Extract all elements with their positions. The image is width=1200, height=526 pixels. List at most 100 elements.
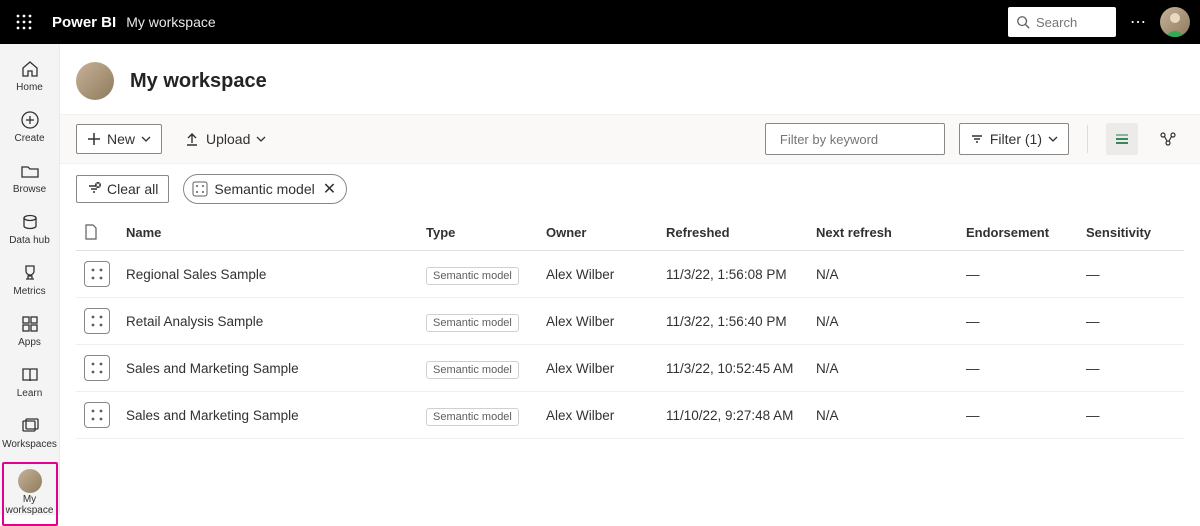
cell-name[interactable]: Retail Analysis Sample	[118, 298, 418, 345]
folder-icon	[20, 160, 40, 182]
col-name[interactable]: Name	[118, 214, 418, 251]
col-type[interactable]: Type	[418, 214, 538, 251]
search-icon	[1016, 15, 1030, 29]
content-table: Name Type Owner Refreshed Next refresh E…	[76, 214, 1184, 439]
col-icon	[76, 214, 118, 251]
cell-name[interactable]: Regional Sales Sample	[118, 251, 418, 298]
nav-label: Metrics	[13, 286, 45, 297]
cell-endorsement: —	[958, 345, 1078, 392]
user-avatar[interactable]	[1160, 7, 1190, 37]
document-icon	[84, 224, 98, 240]
main-content: My workspace New Upload Filter (1)	[60, 44, 1200, 515]
filter-label: Filter (1)	[990, 131, 1042, 147]
app-launcher-icon[interactable]	[10, 8, 38, 36]
cell-next-refresh: N/A	[808, 298, 958, 345]
remove-chip-icon[interactable]: ✕	[321, 179, 336, 199]
list-view-toggle[interactable]	[1106, 123, 1138, 155]
cell-owner: Alex Wilber	[538, 251, 658, 298]
cell-sensitivity: —	[1078, 392, 1184, 439]
search-field[interactable]	[1036, 15, 1094, 30]
chevron-down-icon	[141, 134, 151, 144]
home-icon	[20, 58, 40, 80]
clear-all-label: Clear all	[107, 181, 158, 197]
nav-create[interactable]: Create	[0, 103, 60, 152]
table-header-row: Name Type Owner Refreshed Next refresh E…	[76, 214, 1184, 251]
nav-home[interactable]: Home	[0, 52, 60, 101]
workspace-avatar	[76, 62, 114, 100]
semantic-model-icon	[192, 181, 208, 197]
table-row[interactable]: Sales and Marketing Sample Semantic model…	[76, 392, 1184, 439]
col-owner[interactable]: Owner	[538, 214, 658, 251]
apps-icon	[20, 313, 40, 335]
cell-endorsement: —	[958, 251, 1078, 298]
lineage-view-toggle[interactable]	[1152, 123, 1184, 155]
filter-button[interactable]: Filter (1)	[959, 123, 1069, 155]
nav-datahub[interactable]: Data hub	[0, 205, 60, 254]
page-title: My workspace	[130, 70, 267, 93]
nav-browse[interactable]: Browse	[0, 154, 60, 203]
table-row[interactable]: Regional Sales Sample Semantic model Alex …	[76, 251, 1184, 298]
col-refreshed[interactable]: Refreshed	[658, 214, 808, 251]
cell-next-refresh: N/A	[808, 392, 958, 439]
filter-chip-semantic-model[interactable]: Semantic model ✕	[183, 174, 347, 204]
cell-type: Semantic model	[426, 314, 519, 332]
workspaces-icon	[20, 415, 40, 437]
upload-label: Upload	[206, 131, 250, 147]
col-sensitivity[interactable]: Sensitivity	[1078, 214, 1184, 251]
nav-learn[interactable]: Learn	[0, 358, 60, 407]
cell-type: Semantic model	[426, 408, 519, 426]
cell-refreshed: 11/3/22, 1:56:08 PM	[658, 251, 808, 298]
filter-keyword-input[interactable]	[765, 123, 945, 155]
cell-endorsement: —	[958, 298, 1078, 345]
cell-owner: Alex Wilber	[538, 392, 658, 439]
left-nav: Home Create Browse Data hub Metrics Apps…	[0, 44, 60, 515]
semantic-model-icon	[84, 355, 110, 381]
nav-label: Home	[16, 82, 43, 93]
nav-my-workspace[interactable]: My workspace	[2, 462, 58, 526]
upload-icon	[184, 131, 200, 147]
topbar: Power BI My workspace ⋯	[0, 0, 1200, 44]
cell-sensitivity: —	[1078, 345, 1184, 392]
filter-keyword-field[interactable]	[780, 132, 956, 147]
clear-all-button[interactable]: Clear all	[76, 175, 169, 203]
workspace-header: My workspace	[60, 44, 1200, 114]
avatar-icon	[18, 470, 42, 492]
clear-filter-icon	[87, 182, 101, 196]
table-row[interactable]: Retail Analysis Sample Semantic model Alex…	[76, 298, 1184, 345]
semantic-model-icon	[84, 402, 110, 428]
chip-label: Semantic model	[214, 181, 314, 197]
col-next-refresh[interactable]: Next refresh	[808, 214, 958, 251]
nav-label: Learn	[17, 388, 43, 399]
plus-icon	[87, 132, 101, 146]
nav-label: Data hub	[9, 235, 50, 246]
nav-label: Create	[14, 133, 44, 144]
cell-name[interactable]: Sales and Marketing Sample	[118, 392, 418, 439]
nav-workspaces[interactable]: Workspaces	[0, 409, 60, 458]
chevron-down-icon	[1048, 134, 1058, 144]
nav-label: Workspaces	[2, 439, 57, 450]
search-input[interactable]	[1008, 7, 1116, 37]
filter-icon	[970, 132, 984, 146]
nav-label: My workspace	[4, 494, 56, 516]
new-button[interactable]: New	[76, 124, 162, 154]
cell-refreshed: 11/10/22, 9:27:48 AM	[658, 392, 808, 439]
filter-chip-bar: Clear all Semantic model ✕	[60, 164, 1200, 214]
col-endorsement[interactable]: Endorsement	[958, 214, 1078, 251]
more-menu-icon[interactable]: ⋯	[1116, 12, 1160, 32]
nav-label: Apps	[18, 337, 41, 348]
cell-type: Semantic model	[426, 267, 519, 285]
toolbar: New Upload Filter (1)	[60, 114, 1200, 164]
breadcrumb[interactable]: My workspace	[126, 14, 215, 30]
cell-endorsement: —	[958, 392, 1078, 439]
cell-name[interactable]: Sales and Marketing Sample	[118, 345, 418, 392]
cell-sensitivity: —	[1078, 251, 1184, 298]
cell-refreshed: 11/3/22, 10:52:45 AM	[658, 345, 808, 392]
book-icon	[20, 364, 40, 386]
cell-owner: Alex Wilber	[538, 298, 658, 345]
nav-apps[interactable]: Apps	[0, 307, 60, 356]
upload-button[interactable]: Upload	[176, 125, 274, 153]
semantic-model-icon	[84, 308, 110, 334]
cell-sensitivity: —	[1078, 298, 1184, 345]
table-row[interactable]: Sales and Marketing SampleSemantic model…	[76, 345, 1184, 392]
nav-metrics[interactable]: Metrics	[0, 256, 60, 305]
